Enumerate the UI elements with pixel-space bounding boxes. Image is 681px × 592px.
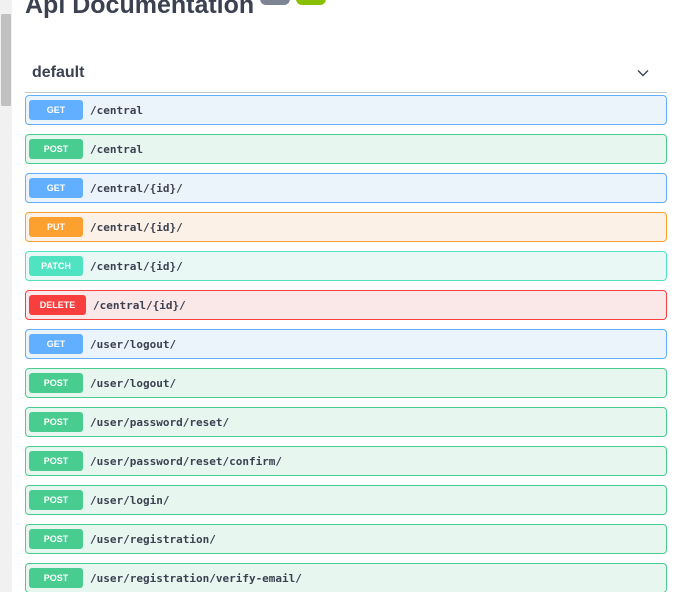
endpoint-path: /user/registration/verify-email/ — [90, 571, 302, 585]
method-badge: POST — [29, 373, 83, 393]
opblock[interactable]: GET /user/logout/ — [25, 329, 667, 359]
info-header: Api Documentation — [25, 0, 327, 22]
endpoint-path: /central — [90, 103, 143, 117]
method-badge: POST — [29, 139, 83, 159]
version-badge — [260, 0, 291, 5]
opblock[interactable]: GET /central — [25, 95, 667, 125]
method-badge: POST — [29, 412, 83, 432]
method-badge: PATCH — [29, 256, 83, 276]
method-badge: GET — [29, 334, 83, 354]
chevron-down-icon[interactable] — [636, 66, 650, 80]
operations-list: GET /central POST /central GET /central/… — [25, 95, 667, 592]
endpoint-path: /central/{id}/ — [93, 298, 186, 312]
tag-name: default — [32, 64, 85, 81]
endpoint-path: /user/logout/ — [90, 337, 177, 351]
endpoint-path: /user/password/reset/ — [90, 415, 230, 429]
opblock[interactable]: PUT /central/{id}/ — [25, 212, 667, 242]
endpoint-path: /user/registration/ — [90, 532, 216, 546]
opblock[interactable]: POST /user/password/reset/confirm/ — [25, 446, 667, 476]
opblock[interactable]: POST /central — [25, 134, 667, 164]
vertical-scrollbar[interactable] — [0, 0, 12, 592]
oas-badge — [296, 0, 327, 5]
endpoint-path: /user/password/reset/confirm/ — [90, 454, 283, 468]
method-badge: POST — [29, 568, 83, 588]
method-badge: DELETE — [29, 295, 86, 315]
opblock[interactable]: POST /user/registration/ — [25, 524, 667, 554]
endpoint-path: /central/{id}/ — [90, 259, 183, 273]
swagger-page: Api Documentation default GET /central P… — [0, 0, 681, 592]
endpoint-path: /central/{id}/ — [90, 220, 183, 234]
method-badge: GET — [29, 100, 83, 120]
endpoint-path: /user/login/ — [90, 493, 170, 507]
opblock[interactable]: DELETE /central/{id}/ — [25, 290, 667, 320]
opblock[interactable]: POST /user/logout/ — [25, 368, 667, 398]
method-badge: PUT — [29, 217, 83, 237]
tag-section-default[interactable]: default — [25, 54, 667, 93]
method-badge: GET — [29, 178, 83, 198]
opblock[interactable]: PATCH /central/{id}/ — [25, 251, 667, 281]
endpoint-path: /central/{id}/ — [90, 181, 183, 195]
opblock[interactable]: GET /central/{id}/ — [25, 173, 667, 203]
scrollbar-thumb[interactable] — [1, 14, 11, 106]
method-badge: POST — [29, 451, 83, 471]
opblock[interactable]: POST /user/registration/verify-email/ — [25, 563, 667, 592]
endpoint-path: /central — [90, 142, 143, 156]
method-badge: POST — [29, 490, 83, 510]
opblock[interactable]: POST /user/password/reset/ — [25, 407, 667, 437]
opblock[interactable]: POST /user/login/ — [25, 485, 667, 515]
page-title: Api Documentation — [25, 0, 255, 19]
endpoint-path: /user/logout/ — [90, 376, 177, 390]
method-badge: POST — [29, 529, 83, 549]
